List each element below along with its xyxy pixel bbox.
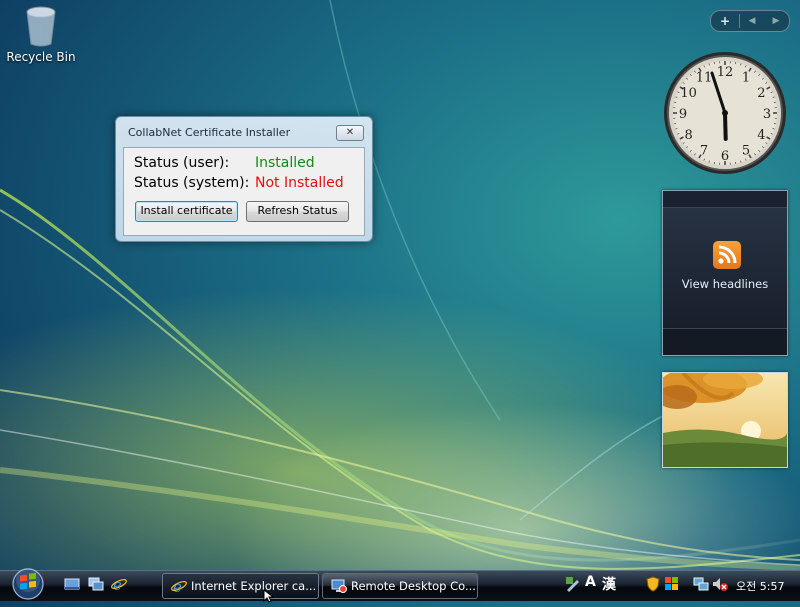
clock-numeral: 4 [757,128,765,143]
status-user-row: Status (user): Installed [134,155,229,171]
install-certificate-button[interactable]: Install certificate [135,201,238,222]
remote-desktop-icon [331,578,347,594]
clock-numeral: 10 [680,86,697,101]
refresh-status-button[interactable]: Refresh Status [246,201,349,222]
next-page-icon[interactable]: ▶ [764,16,788,26]
clock-numeral: 2 [757,86,765,101]
ime-input-mode[interactable]: A [585,574,596,590]
clock-numeral: 9 [679,107,687,122]
view-headlines-label[interactable]: View headlines [663,277,787,291]
show-desktop-icon[interactable] [64,576,80,592]
volume-muted-icon[interactable] [712,576,728,592]
status-user-value: Installed [255,155,315,171]
add-gadget-button[interactable]: + [711,14,740,28]
status-system-label: Status (system): [134,175,249,191]
sidebar-controls: + ◀ ▶ [710,10,790,32]
ie-icon: e [171,578,187,594]
clock-numeral: 5 [742,143,750,158]
clock-gadget[interactable]: 12 12 3 45678 9 1011 [662,50,788,176]
dialog-client-area: Status (user): Installed Status (system)… [123,147,365,236]
ime-hanja-mode[interactable]: 漢 [602,574,616,594]
dialog-title: CollabNet Certificate Installer [128,126,290,139]
status-system-value: Not Installed [255,175,344,191]
start-button[interactable] [6,566,50,600]
clock-numeral: 8 [684,128,692,143]
desktop-icon-label: Recycle Bin [6,50,76,64]
task-label: Internet Explorer ca... [191,574,316,598]
close-button[interactable]: ✕ [336,125,364,141]
clock-face: 12 12 3 45678 9 1011 [662,50,788,176]
clock-numeral: 7 [700,143,708,158]
windows-update-icon[interactable] [664,576,680,592]
close-icon: ✕ [346,127,354,138]
previous-page-icon[interactable]: ◀ [740,16,764,26]
mouse-cursor-icon [263,588,275,607]
taskbar-button-remote-desktop[interactable]: Remote Desktop Co... [322,573,478,599]
taskbar-clock[interactable]: 오전 5:57 [736,578,784,594]
photo-icon [663,373,787,467]
switch-windows-icon[interactable] [88,576,104,592]
network-icon[interactable] [693,576,709,592]
clock-numeral: 6 [721,149,729,164]
taskbar-button-internet-explorer[interactable]: e Internet Explorer ca... [162,573,319,599]
task-label: Remote Desktop Co... [351,574,476,598]
rss-icon [713,241,741,269]
clock-numeral: 3 [763,107,771,122]
clock-numeral: 12 [717,65,734,80]
clock-hour-hand [725,113,726,139]
recycle-bin-icon [23,4,59,48]
certificate-installer-dialog: CollabNet Certificate Installer ✕ Status… [115,116,373,242]
windows-orb-icon [6,566,50,600]
clock-numeral: 11 [696,71,713,86]
internet-explorer-launch-icon[interactable]: e [111,576,127,592]
desktop-icon-recycle-bin[interactable]: Recycle Bin [6,4,76,64]
slideshow-gadget[interactable] [662,372,788,468]
clock-numeral: 1 [742,71,750,86]
feed-headlines-gadget[interactable]: View headlines [662,190,788,356]
status-user-label: Status (user): [134,155,229,171]
status-system-row: Status (system): Not Installed [134,175,249,191]
ime-tools-icon[interactable] [565,576,581,592]
security-shield-icon[interactable] [645,576,661,592]
